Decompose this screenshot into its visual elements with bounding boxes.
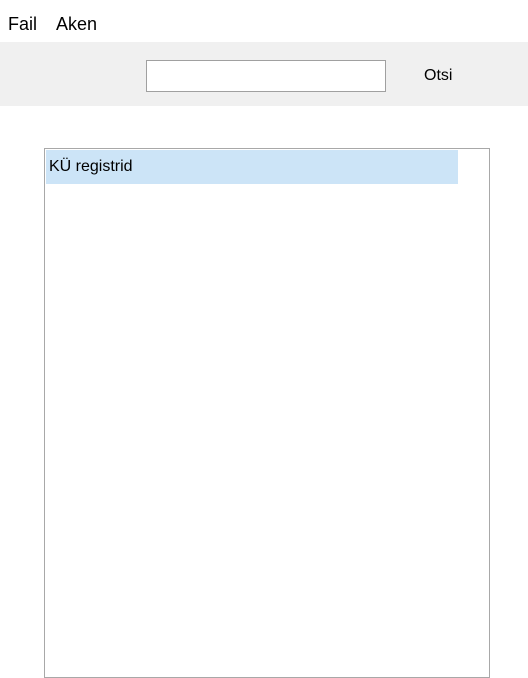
list-item[interactable]: KÜ registrid: [46, 150, 458, 184]
search-button[interactable]: Otsi: [418, 60, 458, 92]
menu-item-aken[interactable]: Aken: [54, 13, 99, 35]
menu-item-fail[interactable]: Fail: [6, 13, 39, 35]
menu-bar: Fail Aken: [0, 0, 528, 40]
register-list[interactable]: KÜ registrid: [44, 148, 490, 678]
search-toolbar: Otsi: [0, 42, 528, 106]
search-input[interactable]: [146, 60, 386, 92]
